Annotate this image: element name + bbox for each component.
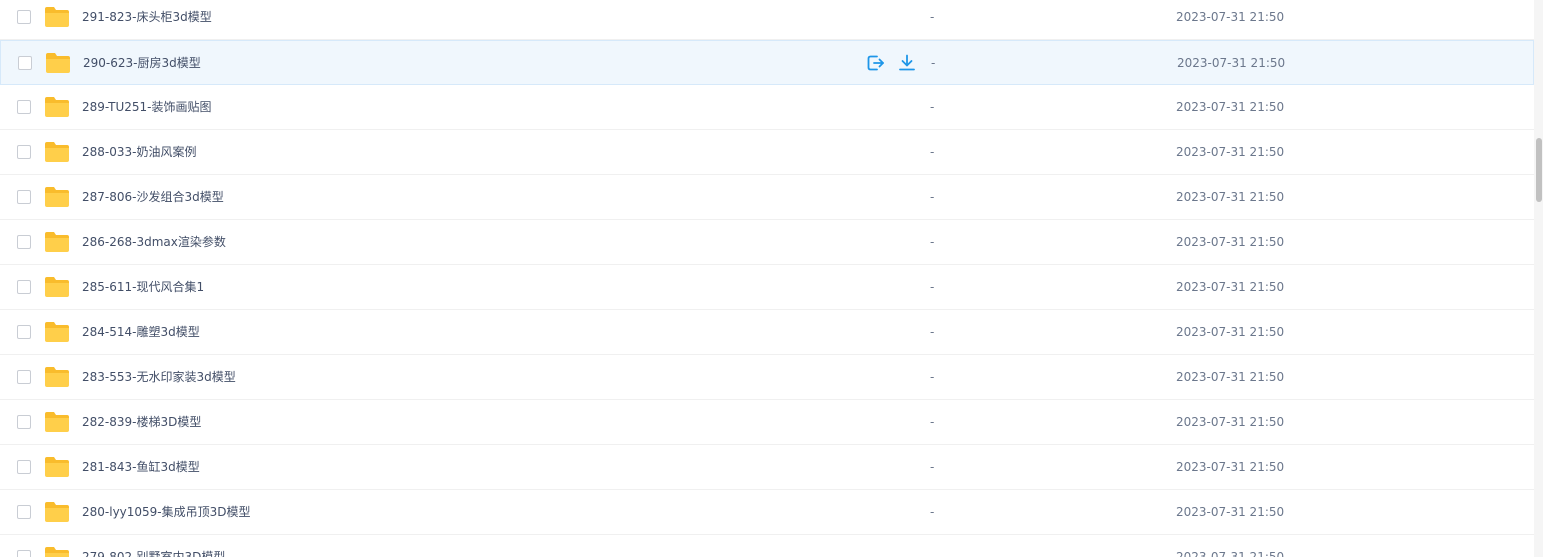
row-checkbox[interactable] <box>17 190 31 204</box>
file-name[interactable]: 285-611-现代风合集1 <box>82 279 204 295</box>
file-name[interactable]: 284-514-雕塑3d模型 <box>82 324 200 340</box>
row-checkbox[interactable] <box>17 460 31 474</box>
file-size: - <box>930 460 935 474</box>
folder-icon <box>44 366 70 388</box>
folder-icon <box>44 276 70 298</box>
file-name[interactable]: 283-553-无水印家装3d模型 <box>82 369 236 385</box>
folder-icon <box>44 411 70 433</box>
file-size: - <box>930 505 935 519</box>
file-date: 2023-07-31 21:50 <box>1176 415 1285 429</box>
file-size: - <box>930 190 935 204</box>
file-name[interactable]: 288-033-奶油风案例 <box>82 144 196 160</box>
folder-icon <box>44 6 70 28</box>
folder-icon <box>44 186 70 208</box>
file-date: 2023-07-31 21:50 <box>1176 505 1285 519</box>
file-size: - <box>930 235 935 249</box>
file-name[interactable]: 291-823-床头柜3d模型 <box>82 9 212 25</box>
file-row[interactable]: 288-033-奶油风案例 - 2023-07-31 21:50 <box>0 130 1534 175</box>
file-row[interactable]: 281-843-鱼缸3d模型 - 2023-07-31 21:50 <box>0 445 1534 490</box>
folder-icon <box>44 141 70 163</box>
folder-icon <box>44 96 70 118</box>
file-date: 2023-07-31 21:50 <box>1176 370 1285 384</box>
row-actions <box>865 53 917 73</box>
folder-icon <box>45 52 71 74</box>
row-checkbox[interactable] <box>17 100 31 114</box>
file-size: - <box>930 280 935 294</box>
folder-icon <box>44 456 70 478</box>
file-row[interactable]: 286-268-3dmax渲染参数 - 2023-07-31 21:50 <box>0 220 1534 265</box>
scrollbar-track[interactable] <box>1534 0 1543 557</box>
file-row[interactable]: 283-553-无水印家装3d模型 - 2023-07-31 21:50 <box>0 355 1534 400</box>
row-checkbox[interactable] <box>18 55 32 70</box>
row-checkbox[interactable] <box>17 505 31 519</box>
file-row[interactable]: 291-823-床头柜3d模型 - 2023-07-31 21:50 <box>0 0 1534 40</box>
file-date: 2023-07-31 21:50 <box>1176 145 1285 159</box>
file-size: - <box>930 370 935 384</box>
folder-icon <box>44 546 70 557</box>
file-row[interactable]: 279-802-别墅室内3D模型 - 2023-07-31 21:50 <box>0 535 1534 557</box>
file-size: - <box>931 55 936 70</box>
file-date: 2023-07-31 21:50 <box>1176 190 1285 204</box>
download-icon[interactable] <box>897 53 917 73</box>
row-checkbox[interactable] <box>17 235 31 249</box>
file-name[interactable]: 286-268-3dmax渲染参数 <box>82 234 226 250</box>
file-row[interactable]: 284-514-雕塑3d模型 - 2023-07-31 21:50 <box>0 310 1534 355</box>
row-checkbox[interactable] <box>17 415 31 429</box>
row-checkbox[interactable] <box>17 550 31 557</box>
row-checkbox[interactable] <box>17 145 31 159</box>
file-date: 2023-07-31 21:50 <box>1176 550 1285 557</box>
file-name[interactable]: 279-802-别墅室内3D模型 <box>82 549 225 557</box>
file-date: 2023-07-31 21:50 <box>1176 325 1285 339</box>
file-size: - <box>930 325 935 339</box>
row-checkbox[interactable] <box>17 325 31 339</box>
file-date: 2023-07-31 21:50 <box>1177 55 1286 70</box>
file-size: - <box>930 415 935 429</box>
folder-icon <box>44 321 70 343</box>
file-name[interactable]: 281-843-鱼缸3d模型 <box>82 459 200 475</box>
file-row[interactable]: 289-TU251-装饰画贴图 - 2023-07-31 21:50 <box>0 85 1534 130</box>
file-size: - <box>930 550 935 557</box>
file-size: - <box>930 10 935 24</box>
row-checkbox[interactable] <box>17 10 31 24</box>
row-checkbox[interactable] <box>17 280 31 294</box>
folder-icon <box>44 231 70 253</box>
file-date: 2023-07-31 21:50 <box>1176 235 1285 249</box>
scrollbar-thumb[interactable] <box>1536 138 1542 202</box>
file-row[interactable]: 285-611-现代风合集1 - 2023-07-31 21:50 <box>0 265 1534 310</box>
file-name[interactable]: 287-806-沙发组合3d模型 <box>82 189 224 205</box>
file-row[interactable]: 290-623-厨房3d模型 - 2023-07-31 21:50 <box>0 40 1534 85</box>
folder-icon <box>44 501 70 523</box>
file-size: - <box>930 145 935 159</box>
row-checkbox[interactable] <box>17 370 31 384</box>
file-row[interactable]: 280-lyy1059-集成吊顶3D模型 - 2023-07-31 21:50 <box>0 490 1534 535</box>
file-list: 291-823-床头柜3d模型 -2023-07-31 21:50 290-623-… <box>0 0 1534 557</box>
file-name[interactable]: 280-lyy1059-集成吊顶3D模型 <box>82 504 251 520</box>
file-date: 2023-07-31 21:50 <box>1176 10 1285 24</box>
file-date: 2023-07-31 21:50 <box>1176 460 1285 474</box>
file-date: 2023-07-31 21:50 <box>1176 100 1285 114</box>
file-row[interactable]: 287-806-沙发组合3d模型 - 2023-07-31 21:50 <box>0 175 1534 220</box>
file-date: 2023-07-31 21:50 <box>1176 280 1285 294</box>
file-name[interactable]: 290-623-厨房3d模型 <box>83 55 201 71</box>
file-size: - <box>930 100 935 114</box>
file-name[interactable]: 289-TU251-装饰画贴图 <box>82 99 211 115</box>
share-export-icon[interactable] <box>865 53 885 73</box>
file-name[interactable]: 282-839-楼梯3D模型 <box>82 414 201 430</box>
file-row[interactable]: 282-839-楼梯3D模型 - 2023-07-31 21:50 <box>0 400 1534 445</box>
